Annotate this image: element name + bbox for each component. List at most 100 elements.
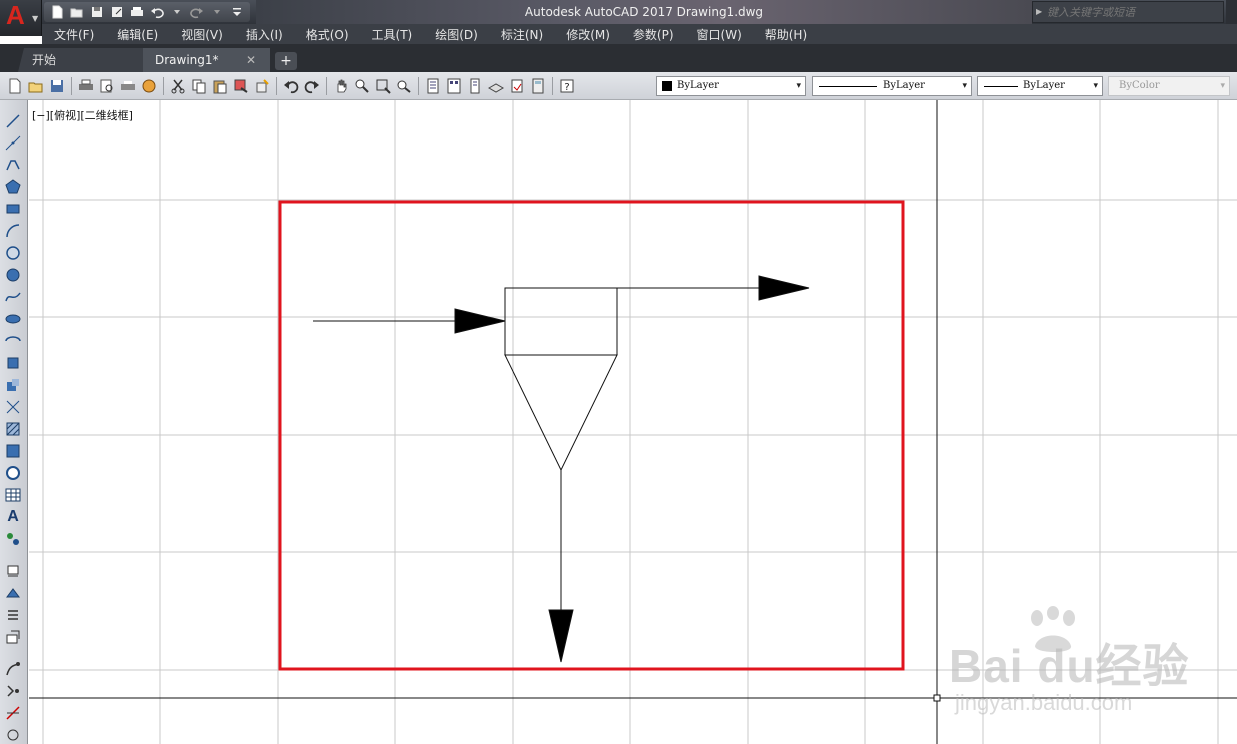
properties-icon[interactable] xyxy=(424,77,442,95)
redo-icon[interactable] xyxy=(188,3,206,21)
toolbar-separator xyxy=(552,77,553,95)
3d-print-icon[interactable] xyxy=(140,77,158,95)
tool-palettes-icon[interactable] xyxy=(466,77,484,95)
redo-dropdown-icon[interactable] xyxy=(208,3,226,21)
viewport-controls[interactable]: [−][俯视][二维线框] xyxy=(32,107,133,123)
menu-help[interactable]: 帮助(H) xyxy=(765,26,807,43)
window-controls[interactable] xyxy=(1226,0,1237,24)
help-icon[interactable]: ? xyxy=(558,77,576,95)
new-icon[interactable] xyxy=(6,77,24,95)
sheet-set-manager-icon[interactable] xyxy=(487,77,505,95)
pan-hand-icon[interactable] xyxy=(332,77,350,95)
menu-file[interactable]: 文件(F) xyxy=(54,26,94,43)
cut-icon[interactable] xyxy=(169,77,187,95)
match-properties-icon[interactable] xyxy=(232,77,250,95)
undo-icon[interactable] xyxy=(148,3,166,21)
offset-tool-icon[interactable] xyxy=(4,628,22,646)
new-file-icon[interactable] xyxy=(48,3,66,21)
save-as-icon[interactable] xyxy=(108,3,126,21)
copy-icon[interactable] xyxy=(190,77,208,95)
application-menu-button[interactable]: A ▼ xyxy=(0,0,42,36)
menu-format[interactable]: 格式(O) xyxy=(306,26,349,43)
linetype-dropdown[interactable]: ByLayer ▾ xyxy=(812,76,972,96)
rotate-tool-icon[interactable] xyxy=(4,682,22,700)
hatch-tool-icon[interactable] xyxy=(4,420,22,438)
arc-tool-icon[interactable] xyxy=(4,222,22,240)
paste-icon[interactable] xyxy=(211,77,229,95)
menu-window[interactable]: 窗口(W) xyxy=(697,26,742,43)
search-input[interactable] xyxy=(1047,4,1221,20)
open-icon[interactable] xyxy=(27,77,45,95)
drawing-area[interactable] xyxy=(29,100,1237,744)
revision-cloud-icon[interactable] xyxy=(4,266,22,284)
gradient-tool-icon[interactable] xyxy=(4,442,22,460)
menu-edit[interactable]: 编辑(E) xyxy=(117,26,158,43)
process-diagram xyxy=(313,275,810,663)
lineweight-dropdown[interactable]: ByLayer ▾ xyxy=(977,76,1103,96)
print-icon[interactable] xyxy=(128,3,146,21)
insert-block-icon[interactable] xyxy=(4,354,22,372)
trim-tool-icon[interactable] xyxy=(4,704,22,722)
tab-drawing1[interactable]: Drawing1* ✕ xyxy=(143,48,270,72)
circle-tool-icon[interactable] xyxy=(4,244,22,262)
menu-view[interactable]: 视图(V) xyxy=(181,26,223,43)
add-selected-icon[interactable] xyxy=(4,530,22,548)
undo-dropdown-icon[interactable] xyxy=(168,3,186,21)
tab-start[interactable]: 开始 xyxy=(18,48,143,72)
block-editor-icon[interactable] xyxy=(253,77,271,95)
menu-dimension[interactable]: 标注(N) xyxy=(501,26,543,43)
undo-icon[interactable] xyxy=(282,77,300,95)
plot-icon[interactable] xyxy=(77,77,95,95)
point-tool-icon[interactable] xyxy=(4,398,22,416)
redo-icon[interactable] xyxy=(303,77,321,95)
chevron-down-icon: ▾ xyxy=(1220,81,1225,91)
quickcalc-icon[interactable] xyxy=(529,77,547,95)
multiline-text-icon[interactable]: A xyxy=(4,508,22,526)
title-bar: A ▼ Autodesk AutoCAD 2017 Drawing1.dwg ▶ xyxy=(0,0,1237,36)
mirror-tool-icon[interactable] xyxy=(4,606,22,624)
menu-modify[interactable]: 修改(M) xyxy=(566,26,610,43)
cone-hopper xyxy=(504,354,618,472)
search-box[interactable]: ▶ xyxy=(1032,1,1224,23)
drawing-canvas[interactable]: [−][俯视][二维线框] xyxy=(29,100,1237,744)
rectangle-tool-icon[interactable] xyxy=(4,200,22,218)
markup-set-manager-icon[interactable] xyxy=(508,77,526,95)
menu-parametric[interactable]: 参数(P) xyxy=(633,26,674,43)
bottom-arrowhead xyxy=(548,609,574,663)
ellipse-tool-icon[interactable] xyxy=(4,310,22,328)
color-dropdown[interactable]: ByLayer ▾ xyxy=(656,76,806,96)
erase-tool-icon[interactable] xyxy=(4,562,22,580)
move-tool-icon[interactable] xyxy=(4,660,22,678)
standard-toolbar: ? ByLayer ▾ ByLayer ▾ ByLayer ▾ ByColor … xyxy=(0,72,1237,100)
zoom-window-icon[interactable] xyxy=(374,77,392,95)
table-tool-icon[interactable] xyxy=(4,486,22,504)
ellipse-arc-icon[interactable] xyxy=(4,332,22,350)
publish-icon[interactable] xyxy=(119,77,137,95)
new-tab-button[interactable]: + xyxy=(275,52,297,70)
zoom-previous-icon[interactable] xyxy=(395,77,413,95)
polygon-tool-icon[interactable] xyxy=(4,178,22,196)
construction-line-icon[interactable] xyxy=(4,134,22,152)
lineweight-value: ByLayer xyxy=(1023,80,1065,91)
menu-draw[interactable]: 绘图(D) xyxy=(435,26,478,43)
design-center-icon[interactable] xyxy=(445,77,463,95)
menu-tools[interactable]: 工具(T) xyxy=(372,26,413,43)
line-tool-icon[interactable] xyxy=(4,112,22,130)
draw-toolbar: A xyxy=(0,100,28,744)
region-tool-icon[interactable] xyxy=(4,464,22,482)
close-icon[interactable]: ✕ xyxy=(246,48,256,72)
copy-tool-icon[interactable] xyxy=(4,584,22,602)
polyline-tool-icon[interactable] xyxy=(4,156,22,174)
menu-insert[interactable]: 插入(I) xyxy=(246,26,283,43)
spline-tool-icon[interactable] xyxy=(4,288,22,306)
make-block-icon[interactable] xyxy=(4,376,22,394)
save-icon[interactable] xyxy=(48,77,66,95)
plot-preview-icon[interactable] xyxy=(98,77,116,95)
zoom-realtime-icon[interactable] xyxy=(353,77,371,95)
open-folder-icon[interactable] xyxy=(68,3,86,21)
save-icon[interactable] xyxy=(88,3,106,21)
crosshair-cursor xyxy=(29,100,1237,744)
tank-box xyxy=(504,287,618,356)
extend-tool-icon[interactable] xyxy=(4,726,22,744)
customize-qat-icon[interactable] xyxy=(228,3,246,21)
